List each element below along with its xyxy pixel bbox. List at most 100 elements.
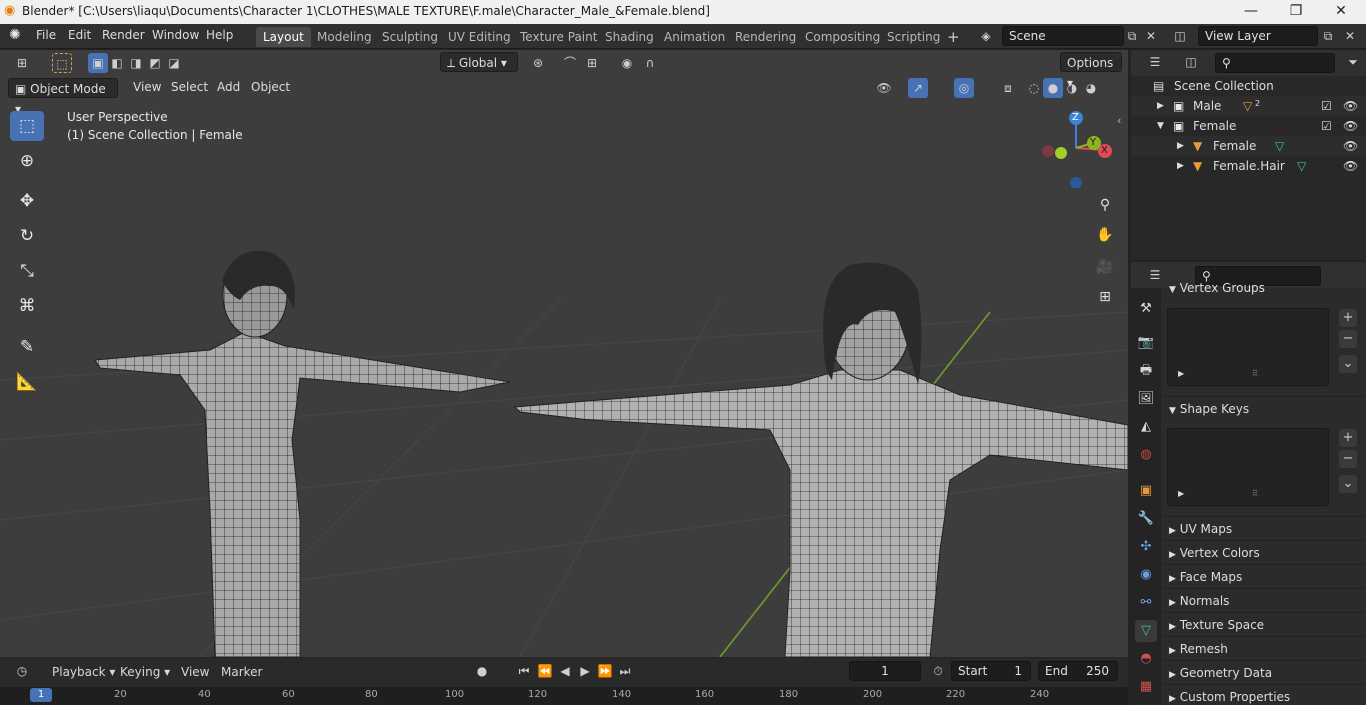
outliner-row-female-object[interactable]: ▶ ▼ Female ▽ 👁 [1131,136,1366,156]
viewport-menu-select[interactable]: Select [171,80,208,94]
select-tool-icon[interactable]: ⬚ [52,53,72,73]
collapse-arrow-icon[interactable]: ▼ [1157,116,1164,136]
auto-keying-icon[interactable]: ● [472,661,492,681]
panel-vertex-groups[interactable]: ▼ Vertex Groups [1163,278,1366,295]
shading-solid-icon[interactable]: ● [1043,78,1063,98]
playhead-frame[interactable]: 1 [30,688,52,702]
tab-sculpting[interactable]: Sculpting [375,27,445,47]
outliner-row-female-collection[interactable]: ▼ ▣ Female ☑ 👁 [1131,116,1366,136]
render-tab-icon[interactable]: 📷 [1135,332,1157,354]
tool-tab-icon[interactable]: ⚒ [1135,298,1157,320]
view-layer-icon[interactable]: ◫ [1170,26,1190,46]
outliner-row-male[interactable]: ▶ ▣ Male ▽ 2 ☑ 👁 [1131,96,1366,116]
snap-target-icon[interactable]: ⊞ [582,53,602,73]
proportional-editing-icon[interactable]: ◉ [617,53,637,73]
delete-scene-icon[interactable]: ✕ [1141,26,1161,46]
select-intersect-icon[interactable]: ◪ [164,53,184,73]
expand-arrow-icon[interactable]: ▶ [1177,156,1184,176]
scene-name-field[interactable]: Scene [1002,26,1124,46]
material-tab-icon[interactable]: ◓ [1135,648,1157,670]
select-extend-icon[interactable]: ◧ [107,53,127,73]
panel-shape-keys[interactable]: ▼ Shape Keys [1163,396,1366,420]
xray-toggle-icon[interactable]: ⧈ [998,78,1018,98]
expand-arrow-icon[interactable]: ▶ [1177,136,1184,156]
output-tab-icon[interactable]: 🖶 [1135,360,1157,382]
panel-remesh[interactable]: ▶ Remesh [1163,636,1366,660]
outliner-row-female-hair[interactable]: ▶ ▼ Female.Hair ▽ 👁 [1131,156,1366,176]
shape-keys-list[interactable]: ▶ ⠿ [1167,428,1329,506]
pivot-point-icon[interactable]: ⊛ [528,53,548,73]
select-invert-icon[interactable]: ◩ [145,53,165,73]
menu-render[interactable]: Render [102,28,145,42]
zoom-icon[interactable]: ⚲ [1093,193,1117,217]
panel-uv-maps[interactable]: ▶ UV Maps [1163,516,1366,540]
view-layer-tab-icon[interactable]: 🖼 [1135,388,1157,410]
close-window-button[interactable]: ✕ [1318,0,1364,24]
object-mode-dropdown[interactable]: ▣ Object Mode ▾ [8,78,118,116]
tab-uv-editing[interactable]: UV Editing [441,27,518,47]
shading-material-icon[interactable]: ◑ [1062,78,1082,98]
cursor-tool[interactable]: ⊕ [10,146,44,176]
world-tab-icon[interactable]: ◍ [1135,444,1157,466]
jump-keyframe-back-icon[interactable]: ⏪ [535,661,555,681]
visibility-icon[interactable]: 👁 [1343,96,1358,116]
object-tab-icon[interactable]: ▣ [1135,480,1157,502]
jump-end-icon[interactable]: ⏭ [615,661,635,681]
blender-menu-icon[interactable]: ✺ [9,27,21,43]
add-shape-key-button[interactable]: + [1339,429,1357,447]
list-resize-handle[interactable]: ⠿ [1252,369,1258,378]
mesh-data-tab-icon[interactable]: ▽ [1135,620,1157,642]
outliner-editor-icon[interactable]: ☰ [1145,52,1165,72]
panel-face-maps[interactable]: ▶ Face Maps [1163,564,1366,588]
shape-key-menu-button[interactable]: ⌄ [1339,475,1357,493]
shading-wireframe-icon[interactable]: ◌ [1024,78,1044,98]
jump-keyframe-forward-icon[interactable]: ⏩ [595,661,615,681]
timeline-menu-keying[interactable]: Keying ▾ [120,665,170,679]
menu-file[interactable]: File [36,28,56,42]
menu-edit[interactable]: Edit [68,28,91,42]
viewport-menu-view[interactable]: View [133,80,161,94]
outliner-search-input[interactable]: ⚲ [1215,53,1335,73]
vertex-groups-list[interactable]: ▶ ⠿ [1167,308,1329,386]
timeline-menu-playback[interactable]: Playback ▾ [52,665,115,679]
transform-orientation-dropdown[interactable]: ⟂ Global ▾ [440,52,518,72]
play-icon[interactable]: ▶ [575,661,595,681]
add-workspace-button[interactable]: + [940,27,967,47]
scene-tab-icon[interactable]: ◭ [1135,416,1157,438]
tab-compositing[interactable]: Compositing [798,27,887,47]
expand-arrow-icon[interactable]: ▶ [1157,96,1164,116]
options-dropdown[interactable]: Options ▾ [1060,52,1122,90]
new-scene-icon[interactable]: ⧉ [1122,26,1142,46]
menu-window[interactable]: Window [152,28,199,42]
panel-texture-space[interactable]: ▶ Texture Space [1163,612,1366,636]
3d-viewport[interactable]: ⊞ ⬚ ▣ ◧ ◨ ◩ ◪ ⟂ Global ▾ ⊛ ⌒ ⊞ ◉ ∩ Optio… [0,50,1128,657]
play-reverse-icon[interactable]: ◀ [555,661,575,681]
minimize-button[interactable]: — [1228,0,1274,24]
list-expand-icon[interactable]: ▶ [1178,489,1184,498]
tab-rendering[interactable]: Rendering [728,27,803,47]
jump-start-icon[interactable]: ⏮ [514,661,534,681]
measure-tool[interactable]: 📐 [10,367,44,397]
panel-vertex-colors[interactable]: ▶ Vertex Colors [1163,540,1366,564]
view-layer-field[interactable]: View Layer [1198,26,1318,46]
select-subtract-icon[interactable]: ◨ [126,53,146,73]
current-frame-field[interactable]: 1 [849,661,921,681]
timeline-editor-icon[interactable]: ◷ [12,661,32,681]
overlays-toggle-icon[interactable]: ◎ [954,78,974,98]
shading-rendered-icon[interactable]: ◕ [1081,78,1101,98]
tab-texture-paint[interactable]: Texture Paint [513,27,604,47]
sidebar-toggle-icon[interactable]: ‹ [1117,114,1121,127]
maximize-button[interactable]: ❐ [1273,0,1319,24]
checkbox-icon[interactable]: ☑ [1321,116,1332,136]
move-tool[interactable]: ✥ [10,186,44,216]
select-new-icon[interactable]: ▣ [88,53,108,73]
tab-layout[interactable]: Layout [256,27,311,47]
tab-scripting[interactable]: Scripting [880,27,947,47]
start-frame-field[interactable]: Start 1 [951,661,1031,681]
falloff-icon[interactable]: ∩ [640,53,660,73]
constraints-tab-icon[interactable]: ⚯ [1135,592,1157,614]
viewport-menu-object[interactable]: Object [251,80,290,94]
panel-geometry-data[interactable]: ▶ Geometry Data [1163,660,1366,684]
snap-icon[interactable]: ⌒ [560,53,580,73]
visibility-icon[interactable]: 👁 [1343,136,1358,156]
